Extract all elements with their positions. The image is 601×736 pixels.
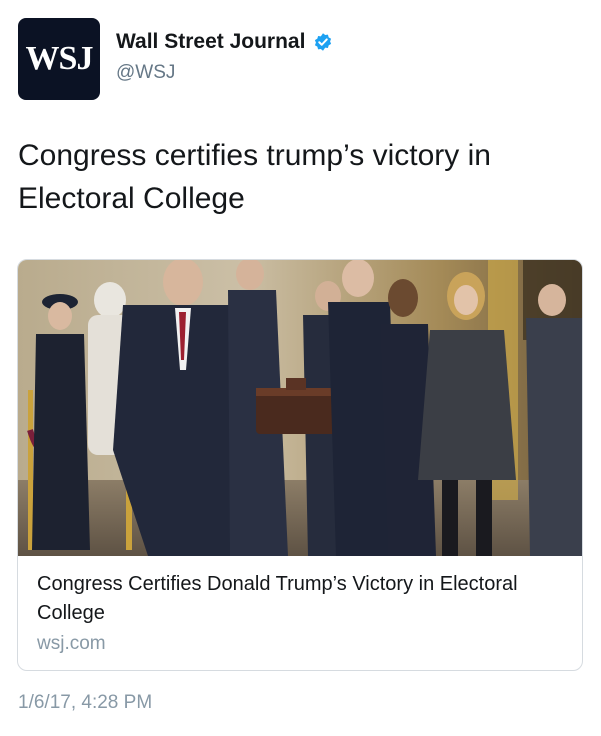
card-domain[interactable]: wsj.com	[37, 633, 106, 655]
name-row: Wall Street Journal	[116, 30, 333, 54]
tweet-header: WSJ Wall Street Journal @WSJ	[18, 18, 583, 102]
avatar-logo-text: WSJ	[25, 40, 94, 77]
tweet-text: Congress certifies trump’s victory in El…	[18, 139, 491, 215]
verified-badge-icon	[315, 33, 332, 51]
user-handle[interactable]: @WSJ	[116, 62, 175, 84]
tweet-timestamp[interactable]: 1/6/17, 4:28 PM	[18, 692, 152, 714]
card-photo[interactable]	[18, 260, 582, 556]
card-title[interactable]: Congress Certifies Donald Trump’s Victor…	[37, 570, 567, 628]
link-card[interactable]: Congress Certifies Donald Trump’s Victor…	[17, 259, 583, 671]
avatar[interactable]: WSJ	[18, 18, 100, 100]
display-name[interactable]: Wall Street Journal	[116, 30, 305, 54]
